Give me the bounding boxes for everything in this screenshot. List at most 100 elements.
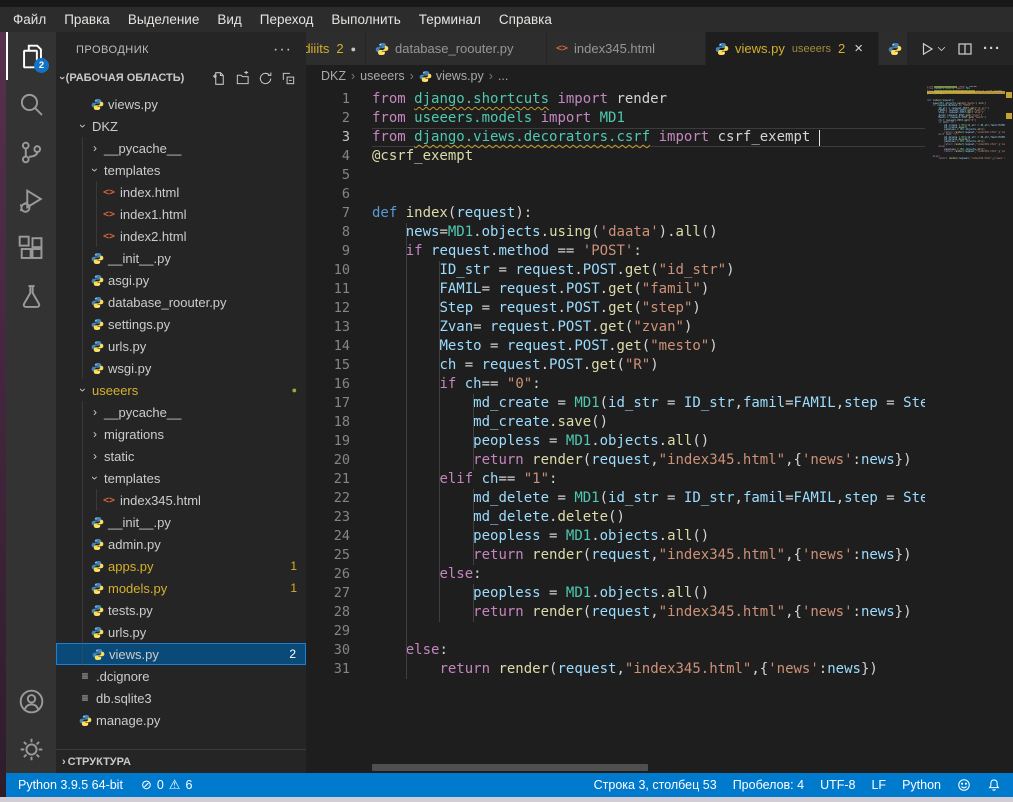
code-line-17: 17 md_create = MD1(id_str = ID_str,famil…: [306, 394, 925, 413]
menu-item-2[interactable]: Правка: [55, 7, 119, 32]
menu-item-6[interactable]: Выполнить: [322, 7, 409, 32]
menu-item-8[interactable]: Справка: [490, 7, 561, 32]
chevron-down-icon: [88, 471, 102, 485]
vscode-window: ФайлПравкаВыделениеВидПереходВыполнитьТе…: [0, 0, 1013, 802]
close-icon[interactable]: ×: [854, 41, 863, 56]
menu-item-7[interactable]: Терминал: [410, 7, 490, 32]
tree-item-manage.py[interactable]: manage.py: [56, 709, 306, 731]
code-line-1: 1from django.shortcuts import render: [306, 90, 925, 109]
python-interpreter-status[interactable]: Python 3.9.5 64-bit: [18, 778, 123, 792]
activity-item-testing[interactable]: [6, 272, 56, 320]
tree-item-index.html[interactable]: <>index.html: [56, 181, 306, 203]
tree-item-db.sqlite3[interactable]: ≡db.sqlite3: [56, 687, 306, 709]
notifications-bell-icon[interactable]: [987, 778, 1001, 792]
new-file-icon[interactable]: [212, 71, 227, 86]
refresh-icon[interactable]: [258, 71, 273, 86]
tree-item-apps.py[interactable]: apps.py1: [56, 555, 306, 577]
tree-item-settings.py[interactable]: settings.py: [56, 313, 306, 335]
tree-item-models.py[interactable]: models.py1: [56, 577, 306, 599]
tree-item-useeers[interactable]: useeers●: [56, 379, 306, 401]
activity-item-settings[interactable]: [6, 725, 56, 773]
tree-item-__pycache__[interactable]: __pycache__: [56, 137, 306, 159]
tree-item-label: templates: [104, 471, 160, 486]
tree-item-__init__.py[interactable]: __init__.py: [56, 511, 306, 533]
encoding-status[interactable]: UTF-8: [820, 778, 855, 792]
tree-item-admin.py[interactable]: admin.py: [56, 533, 306, 555]
indentation-status[interactable]: Пробелов: 4: [733, 778, 804, 792]
language-mode-status[interactable]: Python: [902, 778, 941, 792]
python-file-icon: [88, 626, 106, 639]
tab-views.py[interactable]: views.pyuseeers2×: [706, 32, 878, 65]
code-editor[interactable]: 1from django.shortcuts import render2fro…: [306, 87, 925, 773]
workspace-section-header[interactable]: (РАБОЧАЯ ОБЛАСТЬ) ...: [56, 67, 306, 89]
tree-item-label: .dcignore: [96, 669, 149, 684]
tree-item-label: models.py: [108, 581, 167, 596]
testing-icon: [18, 283, 45, 310]
activity-item-source-control[interactable]: [6, 128, 56, 176]
breadcrumb-item-2[interactable]: useeers: [360, 69, 404, 83]
tree-item-views.py[interactable]: views.py: [56, 93, 306, 115]
outline-section-header[interactable]: СТРУКТУРА: [56, 749, 306, 773]
tab-index345.html[interactable]: <>index345.html: [547, 32, 705, 65]
breadcrumb-separator: ›: [489, 69, 493, 83]
line-number: 22: [306, 489, 350, 508]
breadcrumb-item-4[interactable]: ...: [498, 69, 508, 83]
tree-item-wsgi.py[interactable]: wsgi.py: [56, 357, 306, 379]
tree-item-label: urls.py: [108, 339, 146, 354]
activity-item-explorer[interactable]: 2: [6, 32, 56, 80]
tree-item-asgi.py[interactable]: asgi.py: [56, 269, 306, 291]
activity-item-extensions[interactable]: [6, 224, 56, 272]
tree-item-migrations[interactable]: migrations: [56, 423, 306, 445]
tree-item-label: asgi.py: [108, 273, 149, 288]
breadcrumb-item-3[interactable]: views.py: [436, 69, 484, 83]
tree-item-index2.html[interactable]: <>index2.html: [56, 225, 306, 247]
activity-item-search[interactable]: [6, 80, 56, 128]
tree-item-views.py[interactable]: views.py2: [56, 643, 306, 665]
collapse-all-icon[interactable]: [281, 71, 296, 86]
menu-item-3[interactable]: Выделение: [119, 7, 209, 32]
menu-item-5[interactable]: Переход: [251, 7, 323, 32]
breadcrumb-separator: ›: [410, 69, 414, 83]
eol-status[interactable]: LF: [871, 778, 886, 792]
more-actions-icon[interactable]: ···: [983, 40, 1001, 57]
minimap[interactable]: from django.shortcuts import renderfrom …: [927, 86, 1005, 246]
tree-item-__pycache__[interactable]: __pycache__: [56, 401, 306, 423]
menu-item-1[interactable]: Файл: [4, 7, 55, 32]
tree-item-static[interactable]: static: [56, 445, 306, 467]
tab-database_roouter.py[interactable]: database_roouter.py: [366, 32, 546, 65]
tree-item-DKZ[interactable]: DKZ: [56, 115, 306, 137]
modified-dot-icon: ●: [351, 44, 356, 54]
new-folder-icon[interactable]: [235, 71, 250, 86]
tree-item-index345.html[interactable]: <>index345.html: [56, 489, 306, 511]
indent-guide: [473, 489, 474, 565]
tree-item-label: __pycache__: [104, 405, 181, 420]
code-line-23: 23 md_delete.delete(): [306, 508, 925, 527]
editor-group: diiits2●database_roouter.py<>index345.ht…: [306, 32, 1013, 773]
explorer-more-actions-icon[interactable]: ···: [273, 32, 292, 68]
tree-item-index1.html[interactable]: <>index1.html: [56, 203, 306, 225]
tab-diiits[interactable]: diiits2●: [306, 32, 365, 65]
tree-item-__init__.py[interactable]: __init__.py: [56, 247, 306, 269]
explorer-badge: 2: [34, 58, 49, 73]
tree-item-tests.py[interactable]: tests.py: [56, 599, 306, 621]
python-file-icon: [375, 42, 389, 56]
tree-item-label: admin.py: [108, 537, 161, 552]
activity-item-account[interactable]: [6, 677, 56, 725]
tree-item-.dcignore[interactable]: ≡.dcignore: [56, 665, 306, 687]
code-line-9: 9 if request.method == 'POST':: [306, 242, 925, 261]
breadcrumb-item-1[interactable]: DKZ: [321, 69, 346, 83]
code-line-8: 8 news=MD1.objects.using('daata').all(): [306, 223, 925, 242]
problems-status[interactable]: ⊘ 0 ⚠ 6: [141, 777, 192, 793]
cursor-position-status[interactable]: Строка 3, столбец 53: [594, 778, 717, 792]
run-python-file-button[interactable]: [919, 41, 947, 57]
tree-item-templates[interactable]: templates: [56, 159, 306, 181]
tree-item-database_roouter.py[interactable]: database_roouter.py: [56, 291, 306, 313]
tree-item-urls.py[interactable]: urls.py: [56, 621, 306, 643]
activity-item-run-and-debug[interactable]: [6, 176, 56, 224]
feedback-smiley-icon[interactable]: [957, 778, 971, 792]
horizontal-scrollbar[interactable]: [372, 764, 648, 771]
split-editor-icon[interactable]: [957, 41, 973, 57]
tree-item-urls.py[interactable]: urls.py: [56, 335, 306, 357]
tree-item-templates[interactable]: templates: [56, 467, 306, 489]
menu-item-4[interactable]: Вид: [208, 7, 250, 32]
